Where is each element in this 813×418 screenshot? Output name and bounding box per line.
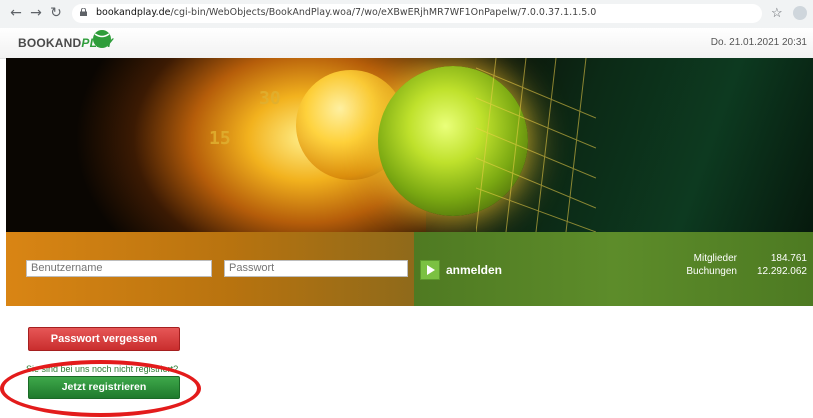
play-icon bbox=[420, 260, 440, 280]
site-header: BOOKANDPLAY Do. 21.01.2021 20:31 bbox=[0, 28, 813, 59]
bookings-value: 12.292.062 bbox=[756, 266, 807, 277]
score-bottom: 15 bbox=[209, 128, 231, 149]
password-input[interactable] bbox=[224, 260, 408, 277]
arrow-right-icon[interactable]: → bbox=[28, 5, 44, 21]
stats-panel: Mitglieder 184.761 Buchungen 12.292.062 bbox=[677, 252, 807, 278]
tennis-ball-icon bbox=[93, 30, 111, 48]
star-icon[interactable]: ☆ bbox=[771, 5, 783, 21]
members-value: 184.761 bbox=[770, 253, 807, 264]
address-bar[interactable]: bookandplay.de/cgi-bin/WebObjects/BookAn… bbox=[72, 4, 762, 23]
highlight-circle bbox=[0, 360, 201, 417]
lock-icon bbox=[80, 8, 87, 16]
login-label: anmelden bbox=[446, 263, 503, 277]
bookings-label: Buchungen bbox=[686, 266, 737, 277]
extension-icon[interactable] bbox=[793, 6, 807, 20]
login-bar: anmelden Mitglieder 184.761 Buchungen 12… bbox=[6, 232, 813, 306]
stats-row-members: Mitglieder 184.761 bbox=[677, 252, 807, 265]
forgot-password-button[interactable]: Passwort vergessen bbox=[28, 327, 180, 351]
url-domain: bookandplay.de bbox=[96, 7, 171, 18]
net-graphic bbox=[476, 58, 596, 232]
hero-banner: 30 15 bbox=[6, 58, 813, 232]
logo-book-text: BOOKAND bbox=[18, 36, 82, 50]
stats-row-bookings: Buchungen 12.292.062 bbox=[677, 265, 807, 278]
members-label: Mitglieder bbox=[693, 253, 737, 264]
reload-icon[interactable]: ↻ bbox=[48, 5, 64, 21]
browser-toolbar: ← → ↻ bookandplay.de/cgi-bin/WebObjects/… bbox=[0, 0, 813, 29]
url-path: /cgi-bin/WebObjects/BookAndPlay.woa/7/wo… bbox=[170, 7, 597, 18]
login-button[interactable]: anmelden bbox=[420, 260, 502, 280]
arrow-left-icon[interactable]: ← bbox=[8, 5, 24, 21]
current-datetime: Do. 21.01.2021 20:31 bbox=[710, 37, 807, 48]
username-input[interactable] bbox=[26, 260, 212, 277]
url-text: bookandplay.de/cgi-bin/WebObjects/BookAn… bbox=[96, 7, 596, 18]
score-top: 30 bbox=[259, 88, 281, 109]
